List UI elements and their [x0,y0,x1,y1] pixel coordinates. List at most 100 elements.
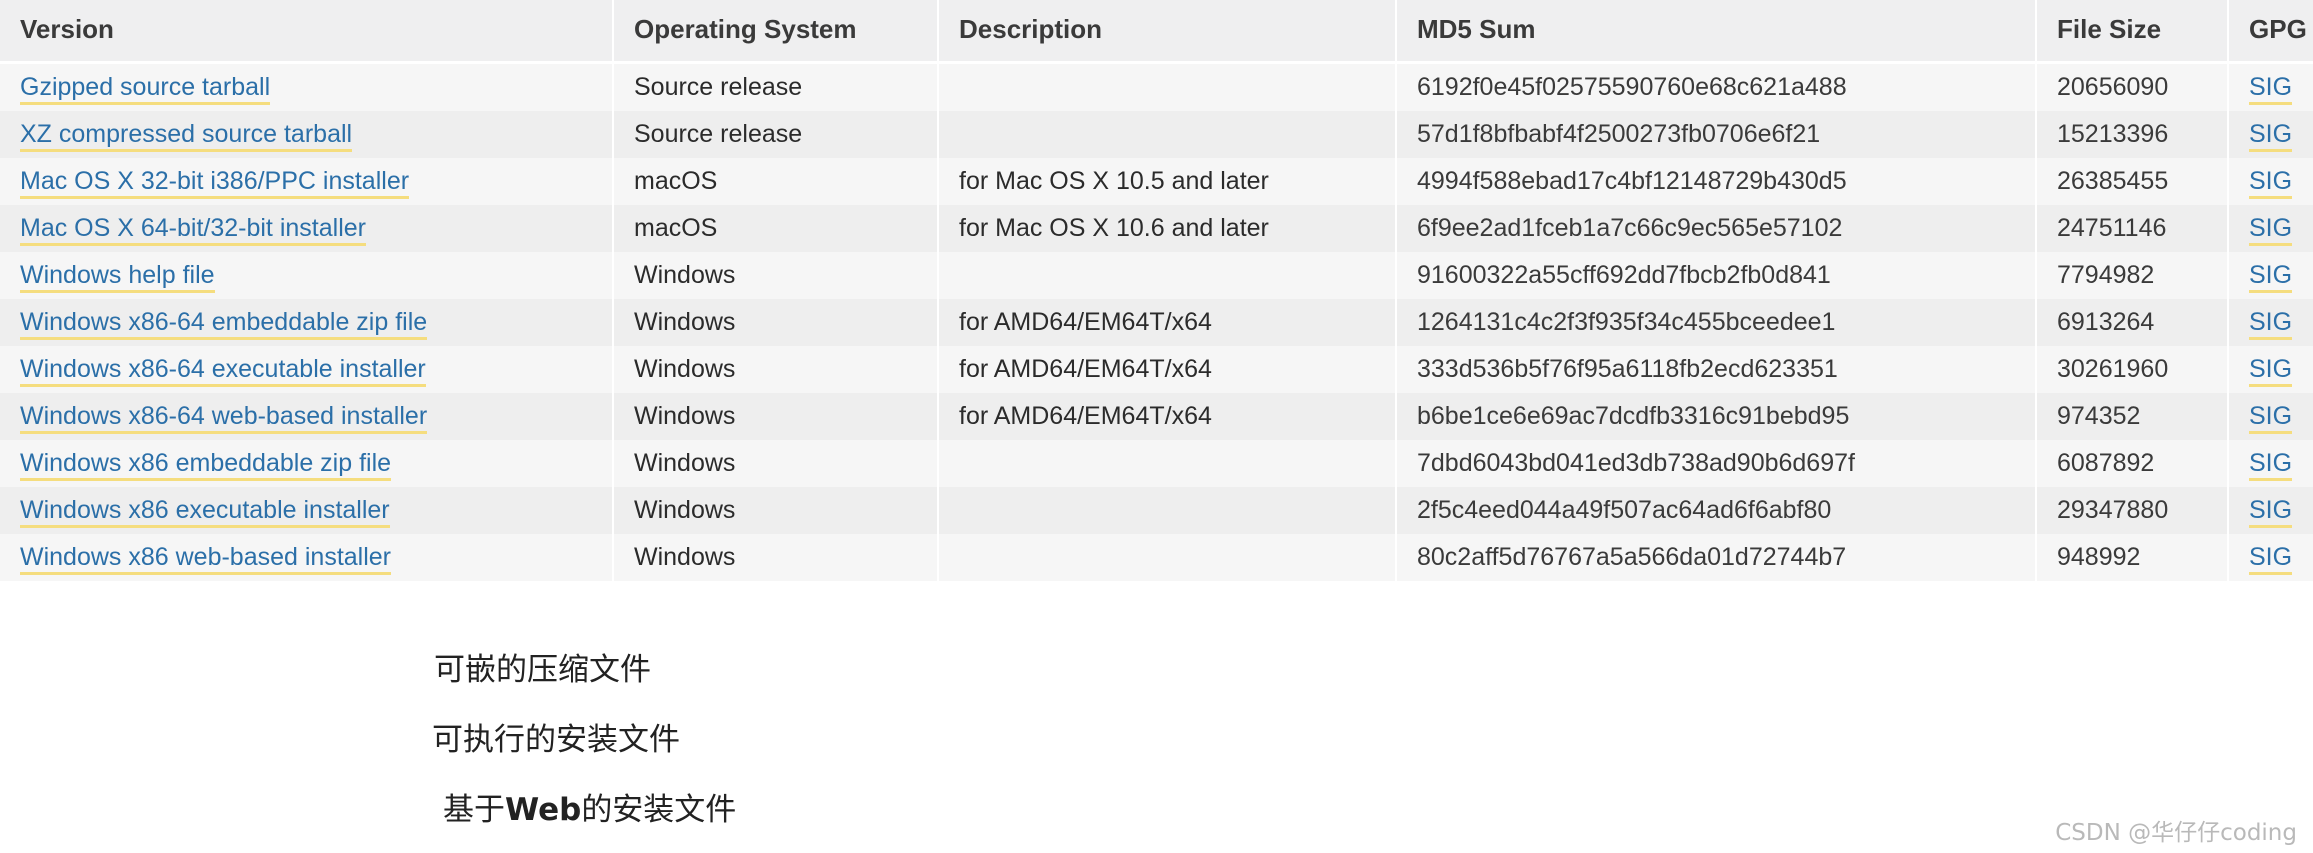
cell-gpg: SIG [2228,393,2313,440]
cell-description [938,111,1397,158]
cell-md5-sum: 57d1f8bfbabf4f2500273fb0706e6f21 [1396,111,2037,158]
cell-gpg: SIG [2228,158,2313,205]
download-link[interactable]: Windows help file [20,261,215,293]
cell-md5-sum: 91600322a55cff692dd7fbcb2fb0d841 [1396,252,2037,299]
cell-operating-system: Windows [613,487,939,534]
cell-version: XZ compressed source tarball [0,111,614,158]
cell-description: for Mac OS X 10.5 and later [938,158,1397,205]
table-body: Gzipped source tarball Source release 6192… [0,62,2313,581]
download-link[interactable]: Windows x86-64 embeddable zip file [20,308,428,340]
cell-md5-sum: 333d536b5f76f95a6118fb2ecd623351 [1396,346,2037,393]
cell-description [938,534,1397,581]
gpg-signature-link[interactable]: SIG [2249,402,2293,434]
cell-gpg: SIG [2228,534,2313,581]
cell-file-size: 15213396 [2036,111,2229,158]
table-row: Windows x86 embeddable zip file Windows 7d… [0,440,2313,487]
annotation-executable-installer: 可执行的安装文件 [432,722,680,758]
table-row: Windows x86-64 web-based installer Window… [0,393,2313,440]
table-row: Mac OS X 64-bit/32-bit installer macOS for… [0,205,2313,252]
cell-version: Windows x86 web-based installer [0,534,614,581]
cell-description: for AMD64/EM64T/x64 [938,346,1397,393]
cell-file-size: 30261960 [2036,346,2229,393]
cell-description [938,487,1397,534]
cell-operating-system: macOS [613,205,939,252]
table-header-row: Version Operating System Description MD5… [0,0,2313,64]
cell-operating-system: Windows [613,440,939,487]
gpg-signature-link[interactable]: SIG [2249,496,2293,528]
download-link[interactable]: Windows x86 embeddable zip file [20,449,392,481]
column-header-filesize: File Size [2036,0,2229,64]
annotation-web-based-installer: 基于Web的安装文件 [443,792,737,828]
cell-version: Windows help file [0,252,614,299]
cell-description [938,440,1397,487]
cell-md5-sum: 4994f588ebad17c4bf12148729b430d5 [1396,158,2037,205]
gpg-signature-link[interactable]: SIG [2249,449,2293,481]
table-header: Version Operating System Description MD5… [0,0,2313,64]
cell-gpg: SIG [2228,252,2313,299]
download-link[interactable]: Windows x86 web-based installer [20,543,392,575]
cell-version: Gzipped source tarball [0,62,614,111]
cell-description [938,252,1397,299]
cell-version: Windows x86-64 web-based installer [0,393,614,440]
table-row: Windows x86-64 embeddable zip file Window… [0,299,2313,346]
downloads-table-container: Version Operating System Description MD5… [0,0,2313,853]
cell-md5-sum: b6be1ce6e69ac7dcdfb3316c91bebd95 [1396,393,2037,440]
download-link[interactable]: Windows x86-64 web-based installer [20,402,428,434]
download-link[interactable]: Mac OS X 64-bit/32-bit installer [20,214,366,246]
downloads-table: Version Operating System Description MD5… [0,0,2313,581]
cell-gpg: SIG [2228,205,2313,252]
gpg-signature-link[interactable]: SIG [2249,214,2293,246]
cell-version: Windows x86-64 embeddable zip file [0,299,614,346]
cell-gpg: SIG [2228,440,2313,487]
download-link[interactable]: Windows x86-64 executable installer [20,355,426,387]
cell-description: for Mac OS X 10.6 and later [938,205,1397,252]
cell-file-size: 6087892 [2036,440,2229,487]
cell-operating-system: Source release [613,62,939,111]
gpg-signature-link[interactable]: SIG [2249,308,2293,340]
cell-description [938,62,1397,111]
csdn-watermark: CSDN @华仔仔coding [2055,820,2297,846]
column-header-gpg: GPG [2228,0,2313,64]
cell-version: Windows x86 embeddable zip file [0,440,614,487]
cell-version: Windows x86-64 executable installer [0,346,614,393]
column-header-os: Operating System [613,0,939,64]
table-row: Windows x86-64 executable installer Windo… [0,346,2313,393]
cell-operating-system: macOS [613,158,939,205]
cell-gpg: SIG [2228,487,2313,534]
gpg-signature-link[interactable]: SIG [2249,543,2293,575]
cell-operating-system: Source release [613,111,939,158]
cell-file-size: 7794982 [2036,252,2229,299]
annotation-embeddable-zip: 可嵌的压缩文件 [434,652,651,688]
column-header-description: Description [938,0,1397,64]
table-row: Windows help file Windows 91600322a55cff69… [0,252,2313,299]
cell-file-size: 20656090 [2036,62,2229,111]
gpg-signature-link[interactable]: SIG [2249,73,2293,105]
cell-file-size: 6913264 [2036,299,2229,346]
download-link[interactable]: Gzipped source tarball [20,73,271,105]
table-row: Windows x86 executable installer Windows 2… [0,487,2313,534]
gpg-signature-link[interactable]: SIG [2249,120,2293,152]
download-link[interactable]: Mac OS X 32-bit i386/PPC installer [20,167,410,199]
gpg-signature-link[interactable]: SIG [2249,355,2293,387]
download-link[interactable]: Windows x86 executable installer [20,496,390,528]
table-row: XZ compressed source tarball Source relea… [0,111,2313,158]
cell-gpg: SIG [2228,111,2313,158]
cell-file-size: 24751146 [2036,205,2229,252]
cell-description: for AMD64/EM64T/x64 [938,393,1397,440]
column-header-md5: MD5 Sum [1396,0,2037,64]
cell-file-size: 29347880 [2036,487,2229,534]
gpg-signature-link[interactable]: SIG [2249,167,2293,199]
gpg-signature-link[interactable]: SIG [2249,261,2293,293]
cell-md5-sum: 6192f0e45f02575590760e68c621a488 [1396,62,2037,111]
download-link[interactable]: XZ compressed source tarball [20,120,353,152]
cell-md5-sum: 80c2aff5d76767a5a566da01d72744b7 [1396,534,2037,581]
cell-gpg: SIG [2228,299,2313,346]
cell-operating-system: Windows [613,299,939,346]
cell-file-size: 948992 [2036,534,2229,581]
column-header-version: Version [0,0,614,64]
cell-version: Mac OS X 64-bit/32-bit installer [0,205,614,252]
cell-operating-system: Windows [613,534,939,581]
cell-version: Mac OS X 32-bit i386/PPC installer [0,158,614,205]
cell-md5-sum: 2f5c4eed044a49f507ac64ad6f6abf80 [1396,487,2037,534]
cell-file-size: 974352 [2036,393,2229,440]
